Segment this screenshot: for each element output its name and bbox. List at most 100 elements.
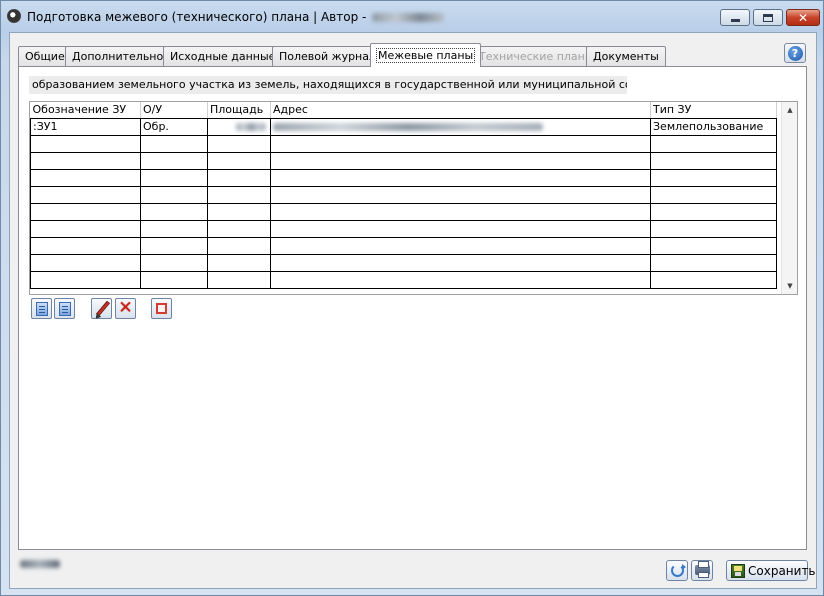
title-bar[interactable]: Подготовка межевого (технического) плана… bbox=[1, 1, 823, 31]
table-cell[interactable] bbox=[650, 151, 777, 170]
land-plots-grid[interactable]: Обозначение ЗУ О/У Площадь Адрес Тип ЗУ … bbox=[29, 101, 798, 295]
table-row[interactable] bbox=[30, 253, 777, 272]
table-cell[interactable] bbox=[270, 219, 651, 238]
table-cell[interactable] bbox=[207, 253, 271, 272]
column-header-address[interactable]: Адрес bbox=[270, 102, 651, 119]
print-icon bbox=[695, 561, 710, 578]
table-cell[interactable] bbox=[650, 253, 777, 272]
author-name-redacted bbox=[372, 13, 445, 22]
boundary-plans-panel: образованием земельного участка из земел… bbox=[18, 66, 807, 550]
grid-vertical-scrollbar[interactable]: ▲ ▼ bbox=[781, 102, 797, 294]
table-cell[interactable] bbox=[30, 151, 141, 170]
table-row[interactable] bbox=[30, 151, 777, 170]
table-cell[interactable] bbox=[650, 134, 777, 153]
cell-area[interactable] bbox=[207, 117, 271, 136]
table-cell[interactable] bbox=[140, 236, 208, 255]
tab-documents[interactable]: Документы bbox=[586, 46, 666, 66]
table-cell[interactable] bbox=[140, 151, 208, 170]
table-cell[interactable] bbox=[30, 168, 141, 187]
tab-source-data[interactable]: Исходные данные bbox=[163, 46, 283, 66]
help-button[interactable]: ? bbox=[784, 43, 806, 63]
table-cell[interactable] bbox=[207, 151, 271, 170]
add-plot-list-button[interactable] bbox=[54, 298, 75, 319]
column-header-type[interactable]: Тип ЗУ bbox=[650, 102, 777, 119]
table-cell[interactable] bbox=[270, 168, 651, 187]
address-redacted bbox=[273, 123, 543, 131]
table-cell[interactable] bbox=[207, 236, 271, 255]
save-icon bbox=[731, 564, 745, 578]
table-cell[interactable] bbox=[140, 134, 208, 153]
table-cell[interactable] bbox=[207, 168, 271, 187]
table-row[interactable] bbox=[30, 202, 777, 221]
table-row[interactable] bbox=[30, 185, 777, 204]
table-cell[interactable] bbox=[30, 219, 141, 238]
print-button[interactable] bbox=[691, 560, 713, 581]
table-cell[interactable] bbox=[650, 168, 777, 187]
table-cell[interactable] bbox=[270, 270, 651, 289]
table-cell[interactable] bbox=[650, 202, 777, 221]
tab-label: Полевой журнал bbox=[279, 50, 377, 63]
column-header-ou[interactable]: О/У bbox=[140, 102, 208, 119]
tab-general[interactable]: Общие bbox=[18, 46, 72, 66]
table-cell[interactable] bbox=[30, 185, 141, 204]
table-cell[interactable] bbox=[30, 202, 141, 221]
cell-type[interactable]: Землепользование bbox=[650, 117, 777, 136]
tab-label: Дополнительно bbox=[72, 50, 164, 63]
table-cell[interactable] bbox=[140, 185, 208, 204]
table-cell[interactable] bbox=[30, 253, 141, 272]
table-cell[interactable] bbox=[270, 151, 651, 170]
table-row[interactable] bbox=[30, 219, 777, 238]
table-cell[interactable] bbox=[650, 236, 777, 255]
maximize-button[interactable] bbox=[753, 9, 783, 26]
tab-label: Исходные данные bbox=[170, 50, 276, 63]
table-cell[interactable] bbox=[207, 134, 271, 153]
pencil-icon bbox=[96, 300, 110, 317]
edit-plot-button[interactable] bbox=[91, 298, 112, 319]
table-header-row: Обозначение ЗУ О/У Площадь Адрес Тип ЗУ bbox=[30, 102, 777, 119]
tab-label: Межевые планы bbox=[375, 48, 476, 63]
scroll-down-icon[interactable]: ▼ bbox=[782, 279, 797, 293]
table-cell[interactable] bbox=[30, 236, 141, 255]
cell-address[interactable] bbox=[270, 117, 651, 136]
tab-additional[interactable]: Дополнительно bbox=[65, 46, 171, 66]
column-header-area[interactable]: Площадь bbox=[207, 102, 271, 119]
tab-boundary-plans[interactable]: Межевые планы bbox=[370, 43, 482, 67]
table-cell[interactable] bbox=[207, 185, 271, 204]
table-cell[interactable] bbox=[140, 202, 208, 221]
table-row[interactable] bbox=[30, 168, 777, 187]
save-button[interactable]: Сохранить bbox=[726, 560, 816, 581]
table-cell[interactable] bbox=[270, 134, 651, 153]
delete-plot-button[interactable]: ✕ bbox=[115, 298, 136, 319]
table-cell[interactable] bbox=[140, 253, 208, 272]
table-cell[interactable] bbox=[140, 168, 208, 187]
cell-designation[interactable]: :ЗУ1 bbox=[30, 117, 141, 136]
table-cell[interactable] bbox=[140, 219, 208, 238]
table-cell[interactable] bbox=[30, 134, 141, 153]
table-cell[interactable] bbox=[270, 185, 651, 204]
table-cell[interactable] bbox=[207, 270, 271, 289]
add-plot-button[interactable] bbox=[31, 298, 52, 319]
column-header-designation[interactable]: Обозначение ЗУ bbox=[30, 102, 141, 119]
tab-field-journal[interactable]: Полевой журнал bbox=[272, 46, 384, 66]
table-row[interactable] bbox=[30, 236, 777, 255]
table-cell[interactable] bbox=[207, 219, 271, 238]
table-row[interactable] bbox=[30, 134, 777, 153]
refresh-button[interactable] bbox=[666, 560, 688, 581]
table-cell[interactable] bbox=[270, 253, 651, 272]
close-button[interactable]: ✕ bbox=[786, 9, 820, 26]
clear-button[interactable] bbox=[151, 298, 172, 319]
table-cell[interactable] bbox=[140, 270, 208, 289]
table-cell[interactable] bbox=[650, 270, 777, 289]
scroll-up-icon[interactable]: ▲ bbox=[782, 103, 797, 117]
table-row[interactable] bbox=[30, 270, 777, 289]
minimize-button[interactable] bbox=[720, 9, 750, 26]
table-cell[interactable] bbox=[650, 219, 777, 238]
table-cell[interactable] bbox=[30, 270, 141, 289]
table-cell[interactable] bbox=[207, 202, 271, 221]
table-row[interactable]: :ЗУ1 Обр. Землепользование bbox=[30, 117, 777, 136]
table-cell[interactable] bbox=[270, 202, 651, 221]
table-cell[interactable] bbox=[650, 185, 777, 204]
cell-ou[interactable]: Обр. bbox=[140, 117, 208, 136]
table-cell[interactable] bbox=[270, 236, 651, 255]
save-button-label: Сохранить bbox=[748, 564, 816, 578]
